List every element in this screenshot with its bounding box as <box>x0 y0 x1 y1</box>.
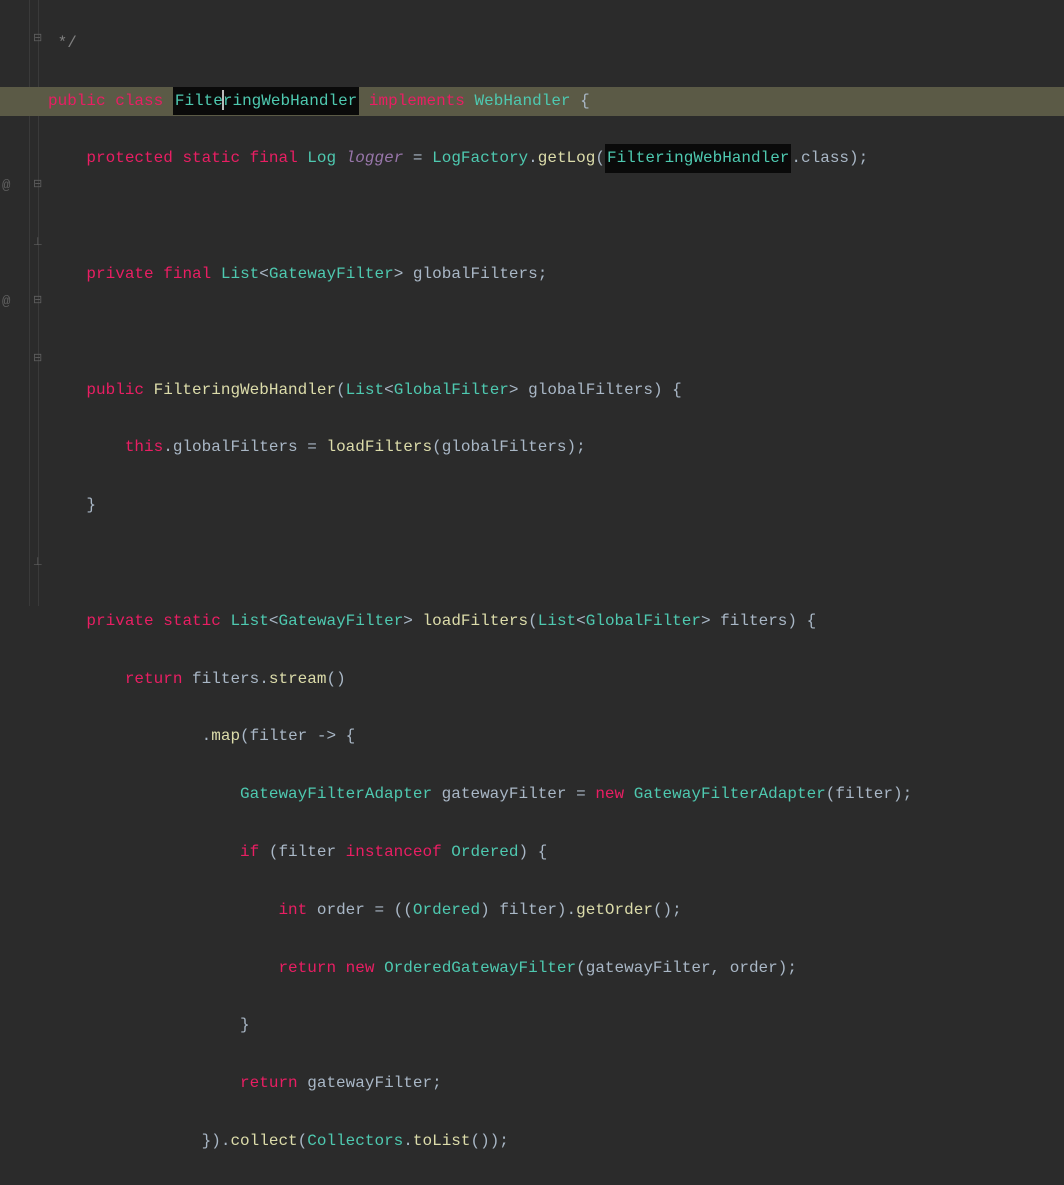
code-line[interactable]: private final List<GatewayFilter> global… <box>48 260 1064 289</box>
comment-text: */ <box>48 29 77 58</box>
code-line[interactable]: return gatewayFilter; <box>48 1069 1064 1098</box>
annotation-marker[interactable]: @ <box>2 290 10 315</box>
fold-icon[interactable]: ⊟ <box>33 176 42 196</box>
code-line[interactable]: public FilteringWebHandler(List<GlobalFi… <box>48 376 1064 405</box>
code-line[interactable]: }).collect(Collectors.toList()); <box>48 1127 1064 1156</box>
code-line[interactable]: protected static final Log logger = LogF… <box>48 144 1064 173</box>
fold-icon[interactable]: ⊟ <box>33 30 42 50</box>
code-line[interactable] <box>48 318 1064 347</box>
code-editor[interactable]: */ public class FilteringWebHandler impl… <box>48 0 1064 606</box>
code-line[interactable]: return new OrderedGatewayFilter(gatewayF… <box>48 954 1064 983</box>
code-line[interactable]: int order = ((Ordered) filter).getOrder(… <box>48 896 1064 925</box>
code-line[interactable]: } <box>48 1011 1064 1040</box>
code-line[interactable]: return filters.stream() <box>48 665 1064 694</box>
code-line[interactable]: if (filter instanceof Ordered) { <box>48 838 1064 867</box>
fold-end-icon[interactable]: ⊥ <box>33 554 43 574</box>
code-line[interactable]: this.globalFilters = loadFilters(globalF… <box>48 433 1064 462</box>
fold-icon[interactable]: ⊟ <box>33 350 42 370</box>
code-line[interactable]: */ <box>48 29 1064 58</box>
fold-icon[interactable]: ⊟ <box>33 292 42 312</box>
fold-end-icon[interactable]: ⊥ <box>33 234 43 254</box>
annotation-marker[interactable]: @ <box>2 174 10 199</box>
code-line[interactable] <box>48 202 1064 231</box>
code-line[interactable]: private static List<GatewayFilter> loadF… <box>48 607 1064 636</box>
code-line[interactable]: } <box>48 491 1064 520</box>
code-line-current[interactable]: public class FilteringWebHandler impleme… <box>0 87 1064 116</box>
code-line[interactable]: .map(filter -> { <box>48 722 1064 751</box>
code-line[interactable] <box>48 549 1064 578</box>
code-line[interactable]: GatewayFilterAdapter gatewayFilter = new… <box>48 780 1064 809</box>
